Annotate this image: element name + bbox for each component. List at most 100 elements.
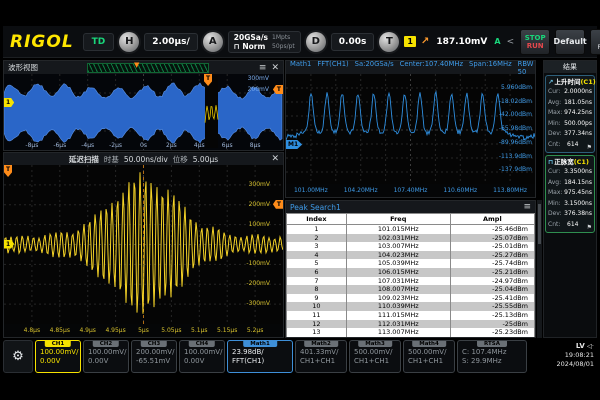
- table-row[interactable]: 6106.015MHz-25.21dBm: [287, 268, 535, 277]
- stat-label: Cnt:: [548, 220, 567, 231]
- channel-box-ch2[interactable]: CH2100.00mV/ 0.00V: [83, 340, 129, 373]
- toolbar: RIGOL TD H 2.00μs/ A 20GSa/s ⊓ Norm 1Mpt…: [3, 26, 597, 58]
- table-row[interactable]: 1101.015MHz-25.46dBm: [287, 225, 535, 234]
- table-row[interactable]: 3103.007MHz-25.01dBm: [287, 242, 535, 251]
- zoom-close-icon[interactable]: ✕: [271, 154, 279, 164]
- clock-box: LV ◁· 19:08:21 2024/08/01: [533, 340, 597, 373]
- axis-label: -8μs: [25, 142, 38, 149]
- sound-icon: ◁·: [587, 342, 594, 350]
- rtsa-button[interactable]: ∆RTSA: [590, 29, 600, 55]
- table-cell: 113.007MHz: [346, 328, 450, 337]
- measurement-row: Max:975.45ns: [548, 188, 592, 199]
- trigger-source[interactable]: 1: [404, 36, 416, 47]
- table-row[interactable]: 12112.031MHz-25dBm: [287, 320, 535, 329]
- results-sidebar: 结果 ↗上升时间(C1)Cur:2.0000nsAvg:181.05nsMax:…: [543, 60, 597, 338]
- stat-value: 500.00ps: [564, 119, 592, 130]
- waveform-preview-strip[interactable]: ▼: [87, 63, 209, 73]
- fft-plot[interactable]: 5.960dBm-18.02dBm-42.00dBm-65.98dBm-89.9…: [286, 74, 535, 184]
- table-cell: 106.015MHz: [346, 268, 450, 277]
- preview-position-icon[interactable]: ▼: [134, 62, 139, 69]
- table-cell: 110.039MHz: [346, 302, 450, 311]
- table-cell: 111.015MHz: [346, 311, 450, 320]
- peak-menu-icon[interactable]: ≡: [523, 202, 531, 212]
- table-row[interactable]: 4104.023MHz-25.27dBm: [287, 251, 535, 260]
- settings-button[interactable]: ⚙: [3, 340, 33, 373]
- table-row[interactable]: 8108.007MHz-25.04dBm: [287, 285, 535, 294]
- table-cell: -25dBm: [450, 320, 534, 329]
- trigger-level[interactable]: 187.10mV: [434, 37, 489, 47]
- stat-label: Max:: [548, 188, 564, 199]
- table-cell: 112.031MHz: [346, 320, 450, 329]
- table-cell: -25.41dBm: [450, 294, 534, 303]
- acquire-readout[interactable]: 20GSa/s ⊓ Norm 1Mpts 50ps/pt: [228, 31, 301, 53]
- table-cell: -24.97dBm: [450, 277, 534, 286]
- channel-scale: 100.00mV/ Ω: [40, 348, 77, 357]
- timebase-value[interactable]: 2.00μs/: [144, 33, 197, 51]
- waveform-view-panel: 波形视图 ▼ ≡ ✕ 300mV200mV-8μs-6μs-4μs-2μs0s2…: [3, 60, 284, 151]
- menu-icon[interactable]: ≡: [259, 63, 267, 73]
- table-scrollbar[interactable]: [537, 200, 542, 338]
- collapse-arrow-icon[interactable]: <: [506, 37, 516, 47]
- measurement-row: Cur:3.3500ns: [548, 167, 592, 178]
- measurement-row: Avg:181.05ns: [548, 98, 592, 109]
- waveform-view-title: 波形视图: [8, 62, 38, 73]
- channel-offset: 0.00V: [40, 357, 77, 366]
- channel-tab: CH3: [141, 341, 167, 347]
- peak-search-panel: Peak Search1 ≡ IndexFreqAmpl1101.015MHz-…: [285, 200, 536, 338]
- channel-tab: CH2: [93, 341, 119, 347]
- channel-box-ch3[interactable]: CH3200.00mV/ Ω-65.51mV: [131, 340, 177, 373]
- channel-box-ch4[interactable]: CH4100.00mV/ 0.00V: [179, 340, 225, 373]
- close-icon[interactable]: ✕: [271, 63, 279, 73]
- channel-tab: Math1: [243, 341, 277, 347]
- table-cell: 6: [287, 268, 347, 277]
- axis-label: 5.05μs: [161, 327, 181, 334]
- time-resolution: 50ps/pt: [272, 42, 295, 51]
- axis-label: 104.20MHz: [344, 187, 378, 194]
- channel-box-ch1[interactable]: CH1100.00mV/ Ω0.00V: [35, 340, 81, 373]
- waveform-plot[interactable]: 300mV200mV-8μs-6μs-4μs-2μs0s2μs4μs6μs8μs…: [4, 74, 283, 150]
- lv-indicator: LV: [576, 342, 585, 350]
- default-button[interactable]: Default: [555, 29, 585, 55]
- trigger-knob[interactable]: T: [379, 32, 399, 52]
- measurement-cards: ↗上升时间(C1)Cur:2.0000nsAvg:181.05nsMax:974…: [544, 75, 596, 233]
- acquire-knob[interactable]: A: [203, 32, 223, 52]
- channel-tab: CH1: [45, 341, 71, 347]
- delay-value[interactable]: 0.00s: [331, 33, 375, 51]
- channel-box-math2[interactable]: Math2401.33mV/ CH1+CH1: [295, 340, 347, 373]
- channel-tab: Math4: [412, 341, 446, 347]
- stat-value: 974.25ns: [564, 108, 592, 119]
- table-row[interactable]: 13113.007MHz-25.23dBm: [287, 328, 535, 337]
- zoom-offset-label: 位移: [173, 154, 188, 165]
- measurement-card[interactable]: ⊓正脉宽(C1)Cur:3.3500nsAvg:184.15nsMax:975.…: [545, 155, 595, 233]
- delay-knob[interactable]: D: [306, 32, 326, 52]
- channel-box-rtsa[interactable]: RTSAC: 107.4MHz S: 29.9MHz: [457, 340, 527, 373]
- channel-scale: C: 107.4MHz: [462, 348, 523, 357]
- horizontal-knob[interactable]: H: [119, 32, 139, 52]
- table-cell: 7: [287, 277, 347, 286]
- channel-scale: 100.00mV/: [88, 348, 125, 357]
- measurement-row: Max:974.25ns: [548, 108, 592, 119]
- table-cell: 9: [287, 294, 347, 303]
- channel-box-math4[interactable]: Math4500.00mV/ CH1+CH1: [403, 340, 455, 373]
- axis-label: 300mV: [248, 75, 269, 82]
- mode-badge[interactable]: TD: [83, 33, 115, 51]
- measurement-card[interactable]: ↗上升时间(C1)Cur:2.0000nsAvg:181.05nsMax:974…: [545, 75, 595, 153]
- table-row[interactable]: 5105.039MHz-25.74dBm: [287, 259, 535, 268]
- table-row[interactable]: 10110.039MHz-25.55dBm: [287, 302, 535, 311]
- table-row[interactable]: 9109.023MHz-25.41dBm: [287, 294, 535, 303]
- run-stop-button[interactable]: STOP RUN: [520, 29, 550, 55]
- channel-box-math1[interactable]: Math123.98dB/ FFT(CH1): [227, 340, 293, 373]
- zoom-plot[interactable]: 300mV200mV100mV-100mV-200mV-300mVT1T: [4, 165, 283, 324]
- channel-box-math3[interactable]: Math3500.00mV/ CH1+CH1: [349, 340, 401, 373]
- table-cell: 13: [287, 328, 347, 337]
- table-row[interactable]: 7107.031MHz-24.97dBm: [287, 277, 535, 286]
- axis-label: -300mV: [246, 300, 270, 307]
- measurement-row: Avg:184.15ns: [548, 178, 592, 189]
- table-cell: 2: [287, 234, 347, 243]
- table-row[interactable]: 2102.031MHz-25.07dBm: [287, 234, 535, 243]
- channel-scale: 23.98dB/: [232, 348, 289, 357]
- table-cell: 103.007MHz: [346, 242, 450, 251]
- table-row[interactable]: 11111.015MHz-25.13dBm: [287, 311, 535, 320]
- channel-tab: Math2: [304, 341, 338, 347]
- acquire-mode: ⊓ Norm: [234, 42, 268, 51]
